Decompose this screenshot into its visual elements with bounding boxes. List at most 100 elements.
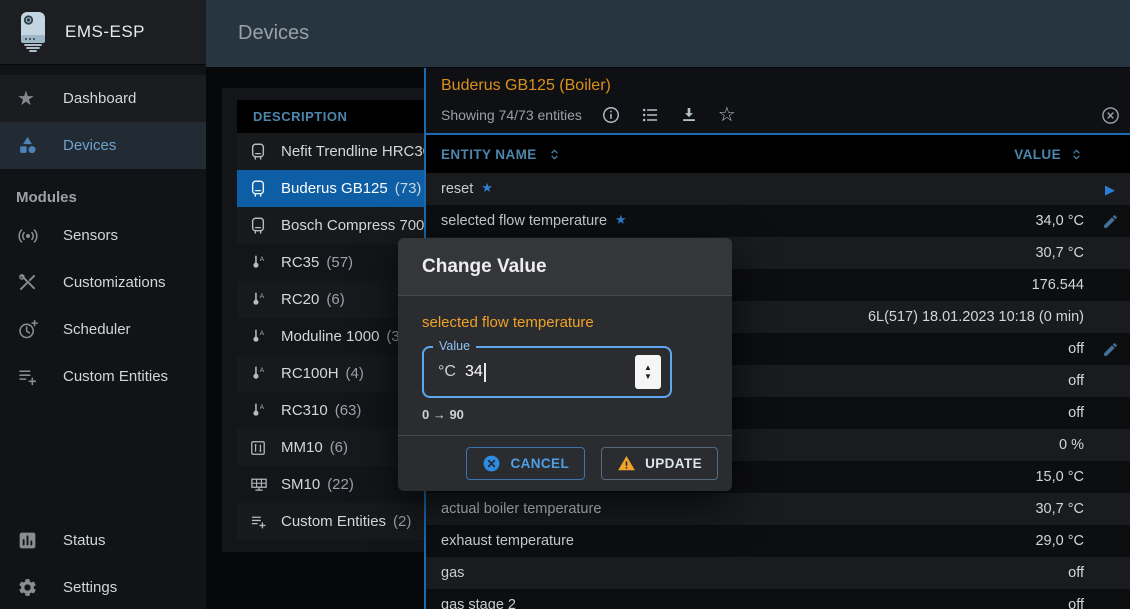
- sidebar-bottom: Status Settings: [0, 517, 206, 609]
- value-input[interactable]: Value °C 34 ▲ ▼: [422, 346, 672, 398]
- edit-icon[interactable]: [1099, 338, 1121, 360]
- device-count: (73): [395, 180, 422, 197]
- thermostat-icon: A: [250, 254, 267, 271]
- table-row[interactable]: actual boiler temperature 30,7 °C: [426, 493, 1130, 525]
- star-icon: ★: [17, 89, 35, 109]
- sidebar-item-sensors[interactable]: Sensors: [0, 212, 206, 259]
- table-row[interactable]: reset★ ▶: [426, 173, 1130, 205]
- entity-value: 176.544: [1032, 277, 1084, 293]
- entity-value: off: [1068, 405, 1084, 421]
- download-icon[interactable]: [679, 105, 699, 125]
- sidebar-item-devices[interactable]: Devices: [0, 122, 206, 169]
- entity-name: reset: [441, 181, 473, 197]
- sidebar-item-label: Customizations: [63, 274, 166, 291]
- value-text: 34: [465, 363, 483, 381]
- sidebar-item-label: Status: [63, 532, 106, 549]
- modules-heading: Modules: [16, 189, 206, 206]
- sidebar-item-label: Dashboard: [63, 90, 136, 107]
- entity-value: off: [1068, 597, 1084, 609]
- thermostat-icon: A: [250, 402, 267, 419]
- change-value-dialog: Change Value selected flow temperature V…: [398, 238, 732, 491]
- playlist-add-icon: [17, 366, 38, 387]
- entity-value: 30,7 °C: [1035, 245, 1084, 261]
- sidebar-item-status[interactable]: Status: [0, 517, 206, 564]
- number-stepper[interactable]: ▲ ▼: [635, 355, 661, 389]
- sidebar-item-label: Settings: [63, 579, 117, 596]
- solar-panel-icon: [250, 477, 268, 493]
- column-entity-name[interactable]: ENTITY NAME: [426, 147, 562, 162]
- device-name: RC100H: [281, 365, 339, 382]
- info-icon[interactable]: [601, 105, 621, 125]
- entity-value: 0 %: [1059, 437, 1084, 453]
- sidebar-item-label: Sensors: [63, 227, 118, 244]
- run-command-icon[interactable]: ▶: [1099, 178, 1121, 200]
- svg-text:A: A: [260, 330, 265, 337]
- device-count: (4): [346, 365, 364, 382]
- sidebar-item-dashboard[interactable]: ★ Dashboard: [0, 75, 206, 122]
- device-count: (63): [335, 402, 362, 419]
- dialog-entity-name: selected flow temperature: [422, 314, 708, 331]
- entity-name: selected flow temperature: [441, 213, 607, 229]
- dialog-body: selected flow temperature Value °C 34 ▲ …: [398, 296, 732, 422]
- dialog-footer: CANCEL UPDATE: [398, 435, 732, 491]
- sidebar-item-settings[interactable]: Settings: [0, 564, 206, 609]
- table-row[interactable]: exhaust temperature 29,0 °C: [426, 525, 1130, 557]
- table-row[interactable]: selected flow temperature★ 34,0 °C: [426, 205, 1130, 237]
- entity-value: 15,0 °C: [1035, 469, 1084, 485]
- favorites-filter-icon[interactable]: ☆: [718, 105, 736, 125]
- warning-triangle-icon: [617, 454, 636, 473]
- sidebar-item-custom-entities[interactable]: Custom Entities: [0, 353, 206, 400]
- thermostat-icon: A: [250, 328, 267, 345]
- entity-value: off: [1068, 373, 1084, 389]
- close-icon[interactable]: [1100, 105, 1121, 126]
- boiler-icon: [250, 217, 266, 235]
- svg-text:A: A: [260, 404, 265, 411]
- value-range-hint: 0 → 90: [422, 407, 708, 422]
- sidebar-item-label: Custom Entities: [63, 368, 168, 385]
- app-root: Devices EMS-ESP ★ Dashboard: [0, 0, 1130, 609]
- sort-icon: [547, 147, 562, 162]
- device-count: (6): [326, 291, 344, 308]
- device-name: Nefit Trendline HRC30/C: [281, 143, 446, 160]
- unit-text: °C: [438, 363, 456, 381]
- entity-value: 6L(517) 18.01.2023 10:18 (0 min): [868, 309, 1084, 325]
- topbar: Devices: [206, 0, 1130, 67]
- device-name: Custom Entities: [281, 513, 386, 530]
- app-logo-bar: EMS-ESP: [0, 0, 206, 65]
- list-view-icon[interactable]: [640, 105, 660, 125]
- update-button[interactable]: UPDATE: [601, 447, 718, 480]
- cancel-circle-icon: [482, 454, 501, 473]
- showing-entities-text: Showing 74/73 entities: [441, 107, 582, 123]
- thermostat-icon: A: [250, 365, 267, 382]
- edit-icon[interactable]: [1099, 210, 1121, 232]
- entity-toolbar: Showing 74/73 entities ☆: [426, 97, 1130, 135]
- column-value[interactable]: VALUE: [1014, 147, 1084, 162]
- app-title: EMS-ESP: [65, 22, 145, 42]
- device-name: SM10: [281, 476, 320, 493]
- gear-icon: [17, 577, 38, 598]
- thermostat-icon: A: [250, 291, 267, 308]
- device-name: MM10: [281, 439, 323, 456]
- device-count: (22): [327, 476, 354, 493]
- device-name: Buderus GB125: [281, 180, 388, 197]
- clock-plus-icon: [17, 319, 39, 341]
- entity-name: actual boiler temperature: [441, 501, 601, 517]
- boiler-icon: [250, 143, 266, 161]
- sidebar-item-scheduler[interactable]: Scheduler: [0, 306, 206, 353]
- entity-table-header: ENTITY NAME VALUE: [426, 135, 1130, 173]
- sensors-icon: [17, 225, 39, 247]
- table-row[interactable]: gas off: [426, 557, 1130, 589]
- device-count: (57): [326, 254, 353, 271]
- entity-value: 29,0 °C: [1035, 533, 1084, 549]
- step-up-icon[interactable]: ▲: [644, 363, 652, 372]
- svg-text:A: A: [260, 256, 265, 263]
- step-down-icon[interactable]: ▼: [644, 372, 652, 381]
- table-row[interactable]: gas stage 2 off: [426, 589, 1130, 609]
- cancel-button[interactable]: CANCEL: [466, 447, 585, 480]
- mixer-icon: [250, 440, 266, 456]
- entity-panel-title: Buderus GB125 (Boiler): [426, 68, 1130, 97]
- entity-name: gas: [441, 565, 464, 581]
- device-name: RC35: [281, 254, 319, 271]
- bar-chart-icon: [17, 530, 38, 551]
- sidebar-item-customizations[interactable]: Customizations: [0, 259, 206, 306]
